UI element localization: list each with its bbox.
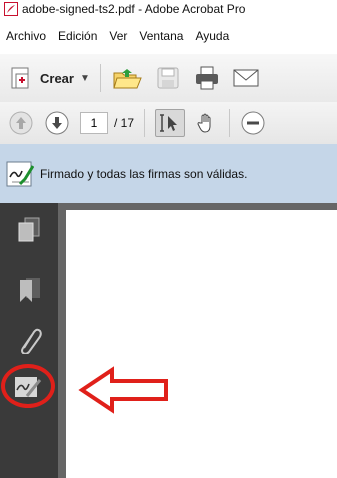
create-label: Crear <box>40 70 74 86</box>
create-pdf-icon <box>11 67 29 89</box>
select-tool-icon <box>160 114 178 132</box>
toolbar-divider <box>229 109 231 137</box>
next-page-button[interactable] <box>44 110 70 136</box>
save-button[interactable] <box>155 65 181 91</box>
bookmarks-icon <box>20 278 40 302</box>
page-thumbnails-button[interactable] <box>16 216 42 244</box>
menu-item-ver[interactable]: Ver <box>109 29 127 43</box>
bookmarks-button[interactable] <box>18 276 42 304</box>
print-icon <box>195 66 218 90</box>
menu-item-ayuda[interactable]: Ayuda <box>195 29 229 43</box>
hand-tool-button[interactable] <box>195 111 219 135</box>
signature-status-message: Firmado y todas las firmas son válidas. <box>40 166 248 181</box>
next-page-icon <box>45 111 69 135</box>
zoom-out-icon <box>241 111 265 135</box>
acrobat-app-icon <box>4 2 18 16</box>
previous-page-icon <box>9 111 33 135</box>
email-icon <box>233 69 259 87</box>
menu-item-edicion[interactable]: Edición <box>58 29 97 43</box>
save-disk-icon <box>157 67 179 89</box>
pointer-arrow-icon <box>78 366 168 414</box>
highlight-circle <box>1 364 55 408</box>
email-button[interactable] <box>233 67 259 89</box>
signature-status-bar: Firmado y todas las firmas son válidas. <box>0 144 337 204</box>
toolbar-divider <box>144 109 146 137</box>
window-title: adobe-signed-ts2.pdf - Adobe Acrobat Pro <box>22 2 246 16</box>
zoom-out-button[interactable] <box>240 110 266 136</box>
main-toolbar: Crear ▼ <box>0 54 337 103</box>
menu-item-archivo[interactable]: Archivo <box>6 29 46 43</box>
chevron-down-icon: ▼ <box>79 72 90 84</box>
menu-bar: Archivo Edición Ver Ventana Ayuda <box>0 18 337 55</box>
signature-pen-icon <box>6 160 34 188</box>
print-button[interactable] <box>193 64 221 92</box>
page-thumbnails-icon <box>18 217 40 242</box>
hand-tool-icon <box>197 113 211 133</box>
open-folder-icon <box>113 69 142 89</box>
navigation-toolbar: / 17 <box>0 102 337 145</box>
open-button[interactable] <box>111 64 143 92</box>
page-total: / 17 <box>114 116 135 130</box>
page-number-input[interactable] <box>80 112 108 134</box>
attachments-icon <box>21 328 42 354</box>
toolbar-divider <box>99 64 101 92</box>
create-button[interactable]: Crear ▼ <box>6 64 90 92</box>
pdf-page[interactable] <box>66 210 337 478</box>
title-bar: adobe-signed-ts2.pdf - Adobe Acrobat Pro <box>0 0 337 18</box>
select-tool-button[interactable] <box>155 109 186 137</box>
attachments-button[interactable] <box>18 326 42 354</box>
menu-item-ventana[interactable]: Ventana <box>139 29 183 43</box>
previous-page-button[interactable] <box>8 110 34 136</box>
